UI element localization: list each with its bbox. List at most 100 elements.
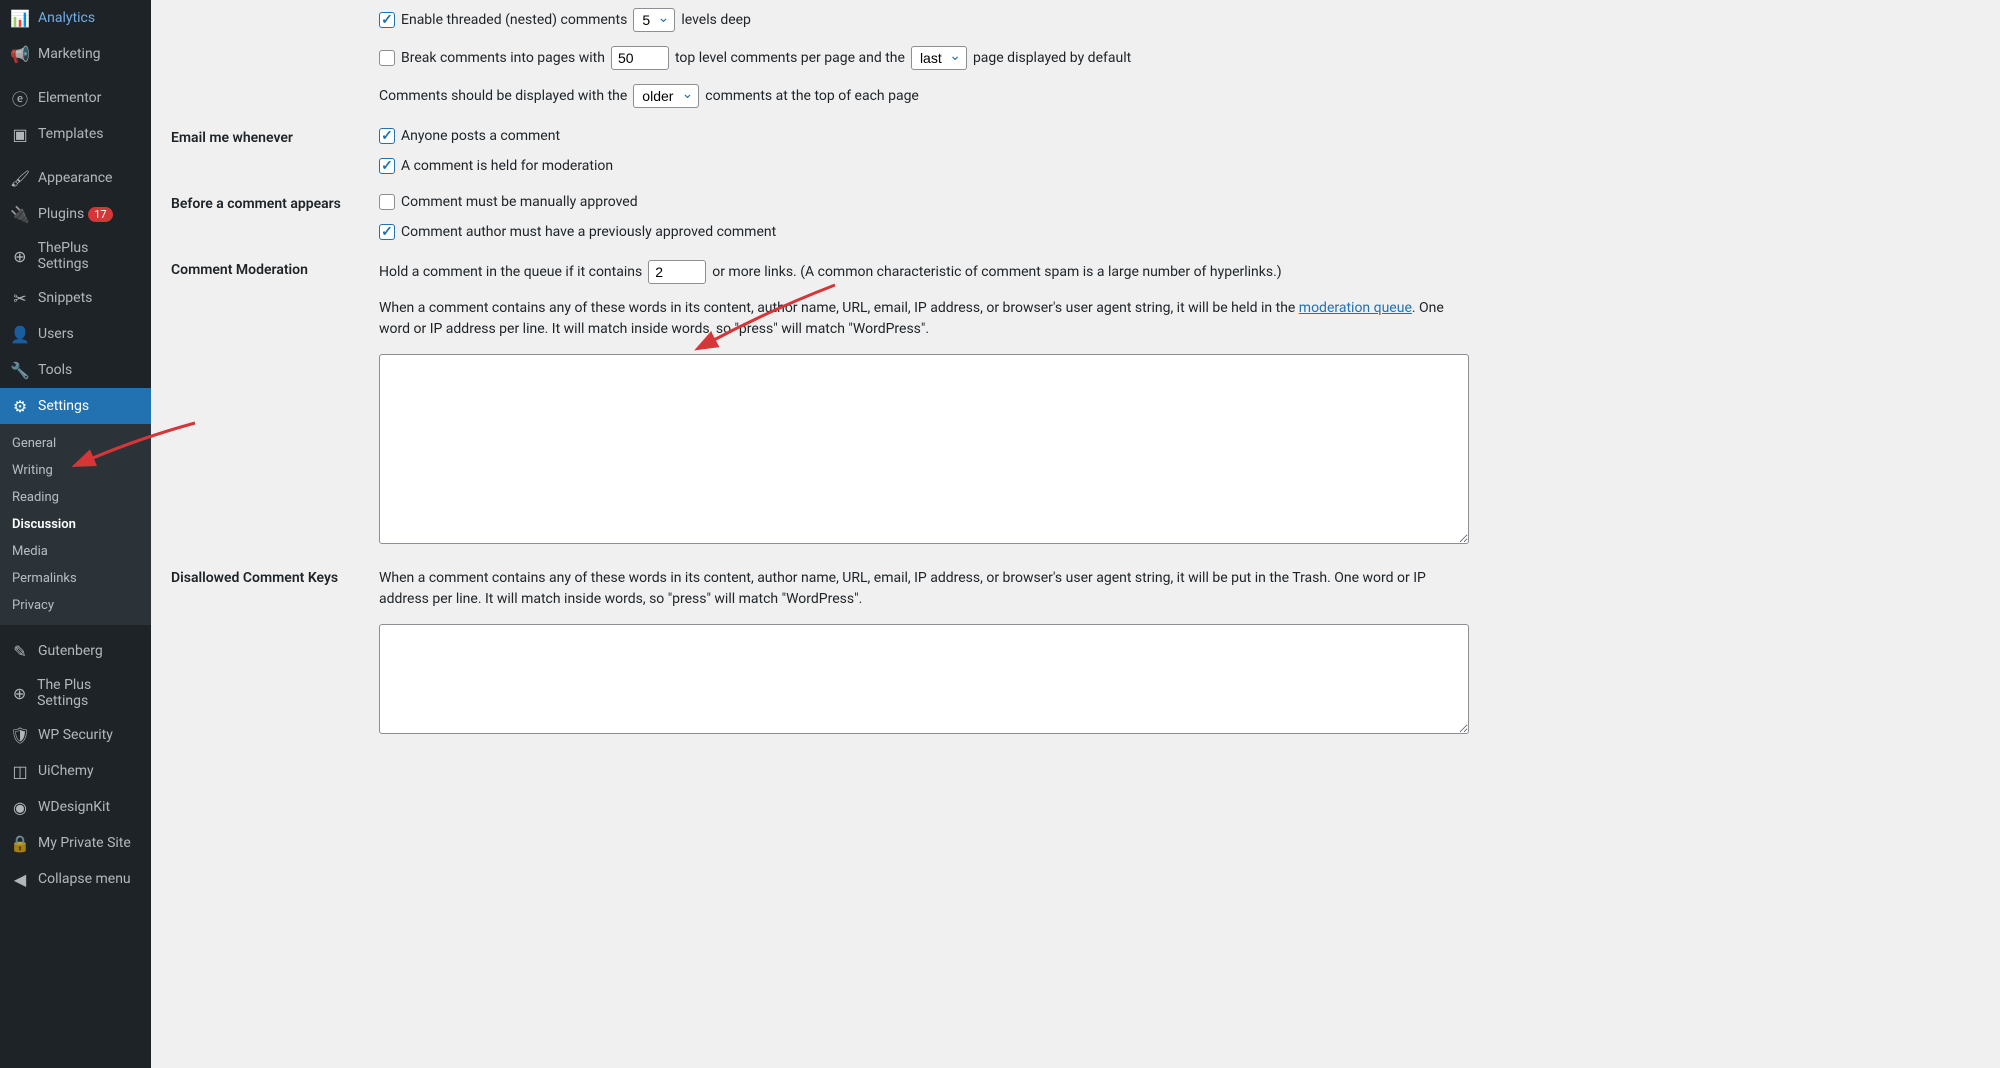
sidebar-label: Collapse menu: [38, 871, 131, 887]
sidebar-label: Users: [38, 326, 74, 342]
collapse-icon: ◀: [10, 869, 30, 889]
sidebar-label: ThePlus Settings: [38, 240, 141, 272]
moderation-desc: When a comment contains any of these wor…: [379, 298, 1469, 340]
email-anyone-checkbox[interactable]: [379, 128, 395, 144]
sidebar-label: Templates: [38, 126, 104, 142]
pagination-count-input[interactable]: [611, 46, 669, 70]
sidebar-label: Snippets: [38, 290, 92, 306]
sidebar-item-theplus2[interactable]: ⊕ The Plus Settings: [0, 669, 151, 717]
sidebar-item-templates[interactable]: ▣ Templates: [0, 116, 151, 152]
settings-content: Enable threaded (nested) comments 5 leve…: [151, 8, 2000, 778]
submenu-permalinks[interactable]: Permalinks: [0, 565, 151, 592]
row-other-settings-continued: Enable threaded (nested) comments 5 leve…: [171, 8, 1980, 108]
sidebar-label: Gutenberg: [38, 643, 103, 659]
moderation-prefix: Hold a comment in the queue if it contai…: [379, 264, 642, 280]
threaded-depth-select[interactable]: 5: [633, 8, 675, 32]
sidebar-item-users[interactable]: 👤 Users: [0, 316, 151, 352]
submenu-privacy[interactable]: Privacy: [0, 592, 151, 619]
sidebar-item-tools[interactable]: 🔧 Tools: [0, 352, 151, 388]
theplus2-icon: ⊕: [10, 683, 29, 703]
settings-icon: ⚙: [10, 396, 30, 416]
sidebar-label: Appearance: [38, 170, 112, 186]
email-anyone-label: Anyone posts a comment: [401, 128, 560, 144]
sidebar-label: Plugins: [38, 206, 84, 222]
templates-icon: ▣: [10, 124, 30, 144]
analytics-icon: 📊: [10, 8, 30, 28]
sidebar-item-gutenberg[interactable]: ✎ Gutenberg: [0, 633, 151, 669]
email-held-checkbox[interactable]: [379, 158, 395, 174]
before-heading: Before a comment appears: [171, 194, 379, 212]
disallowed-textarea[interactable]: [379, 624, 1469, 734]
disallowed-desc: When a comment contains any of these wor…: [379, 568, 1469, 610]
theplus-icon: ⊕: [10, 246, 30, 266]
submenu-discussion[interactable]: Discussion: [0, 511, 151, 538]
sidebar-label: The Plus Settings: [37, 677, 141, 709]
email-held-label: A comment is held for moderation: [401, 158, 613, 174]
sidebar-label: WDesignKit: [38, 799, 110, 815]
lock-icon: 🔒: [10, 833, 30, 853]
moderation-suffix: or more links. (A common characteristic …: [712, 264, 1281, 280]
marketing-icon: 📢: [10, 44, 30, 64]
shield-icon: 🛡: [10, 725, 30, 745]
gutenberg-icon: ✎: [10, 641, 30, 661]
pagination-page-select[interactable]: last: [911, 46, 967, 70]
pagination-suffix: page displayed by default: [973, 50, 1131, 66]
sidebar-item-analytics[interactable]: 📊 Analytics: [0, 0, 151, 36]
sidebar-label: UiChemy: [38, 763, 94, 779]
pagination-mid: top level comments per page and the: [675, 50, 905, 66]
sidebar-label: Analytics: [38, 10, 95, 26]
before-prev-checkbox[interactable]: [379, 224, 395, 240]
sidebar-item-snippets[interactable]: ✂ Snippets: [0, 280, 151, 316]
uichemy-icon: ◫: [10, 761, 30, 781]
threaded-checkbox[interactable]: [379, 12, 395, 28]
submenu-reading[interactable]: Reading: [0, 484, 151, 511]
sidebar-item-theplus[interactable]: ⊕ ThePlus Settings: [0, 232, 151, 280]
sidebar-collapse[interactable]: ◀ Collapse menu: [0, 861, 151, 897]
moderation-heading: Comment Moderation: [171, 260, 379, 278]
moderation-textarea[interactable]: [379, 354, 1469, 544]
email-heading: Email me whenever: [171, 128, 379, 146]
row-moderation: Comment Moderation Hold a comment in the…: [171, 260, 1980, 548]
sidebar-label: Elementor: [38, 90, 101, 106]
before-prev-label: Comment author must have a previously ap…: [401, 224, 776, 240]
row-email: Email me whenever Anyone posts a comment…: [171, 128, 1980, 174]
appearance-icon: 🖌: [10, 168, 30, 188]
sidebar-item-uichemy[interactable]: ◫ UiChemy: [0, 753, 151, 789]
tools-icon: 🔧: [10, 360, 30, 380]
sidebar-item-plugins[interactable]: 🔌 Plugins 17: [0, 196, 151, 232]
sidebar-label: My Private Site: [38, 835, 131, 851]
sidebar-item-elementor[interactable]: ⓔ Elementor: [0, 80, 151, 116]
submenu-general[interactable]: General: [0, 430, 151, 457]
before-manual-label: Comment must be manually approved: [401, 194, 638, 210]
settings-submenu: General Writing Reading Discussion Media…: [0, 424, 151, 625]
submenu-writing[interactable]: Writing: [0, 457, 151, 484]
order-prefix: Comments should be displayed with the: [379, 88, 627, 104]
pagination-checkbox[interactable]: [379, 50, 395, 66]
plugins-badge: 17: [88, 207, 112, 222]
before-manual-checkbox[interactable]: [379, 194, 395, 210]
sidebar-item-marketing[interactable]: 📢 Marketing: [0, 36, 151, 72]
sidebar-label: WP Security: [38, 727, 113, 743]
threaded-suffix: levels deep: [681, 12, 751, 28]
sidebar-item-wdesignkit[interactable]: ◉ WDesignKit: [0, 789, 151, 825]
wdesignkit-icon: ◉: [10, 797, 30, 817]
moderation-queue-link[interactable]: moderation queue: [1299, 300, 1412, 316]
submenu-media[interactable]: Media: [0, 538, 151, 565]
sidebar-label: Marketing: [38, 46, 101, 62]
elementor-icon: ⓔ: [10, 88, 30, 108]
sidebar-label: Tools: [38, 362, 72, 378]
pagination-label: Break comments into pages with: [401, 50, 605, 66]
sidebar-item-settings[interactable]: ⚙ Settings: [0, 388, 151, 424]
sidebar-label: Settings: [38, 398, 89, 414]
snippets-icon: ✂: [10, 288, 30, 308]
disallowed-heading: Disallowed Comment Keys: [171, 568, 379, 586]
order-select[interactable]: older: [633, 84, 699, 108]
plugins-icon: 🔌: [10, 204, 30, 224]
sidebar-item-security[interactable]: 🛡 WP Security: [0, 717, 151, 753]
users-icon: 👤: [10, 324, 30, 344]
row-disallowed: Disallowed Comment Keys When a comment c…: [171, 568, 1980, 738]
row-before: Before a comment appears Comment must be…: [171, 194, 1980, 240]
sidebar-item-private[interactable]: 🔒 My Private Site: [0, 825, 151, 861]
moderation-links-input[interactable]: [648, 260, 706, 284]
sidebar-item-appearance[interactable]: 🖌 Appearance: [0, 160, 151, 196]
